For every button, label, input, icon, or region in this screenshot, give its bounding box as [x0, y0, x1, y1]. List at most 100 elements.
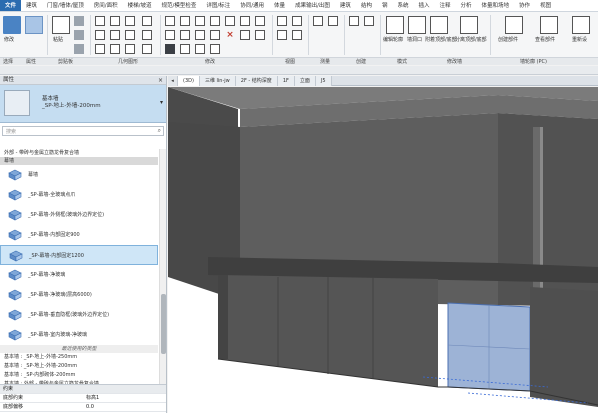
scrollbar-thumb[interactable]: [161, 294, 166, 354]
menu-tab-2[interactable]: 门窗/墙体/屋顶: [42, 0, 89, 11]
scale-icon[interactable]: [210, 30, 220, 40]
move-icon[interactable]: [165, 44, 175, 54]
measure-icon[interactable]: [313, 16, 323, 26]
offset-icon[interactable]: [165, 30, 175, 40]
menu-tab-16[interactable]: 分析: [456, 0, 477, 11]
geometry-tool-3-icon[interactable]: [142, 44, 152, 54]
type-list-item[interactable]: 基本墙 : _SP-内部砌体-200mm: [0, 371, 158, 380]
view-tool-2-icon[interactable]: [292, 30, 302, 40]
type-list-item[interactable]: _SP-幕墙-内部固定1200: [0, 245, 158, 265]
tab-nav-left-icon[interactable]: ◂: [168, 76, 178, 86]
type-list-item[interactable]: _SP-幕墙-内部固定900: [0, 225, 158, 245]
menu-tab-13[interactable]: 系统: [392, 0, 413, 11]
reset-icon[interactable]: [572, 16, 590, 34]
menu-tab-17[interactable]: 体量和场地: [477, 0, 515, 11]
search-icon[interactable]: ⌕: [158, 127, 161, 135]
cut-geometry-icon[interactable]: [95, 30, 105, 40]
menu-tab-3[interactable]: 房间/面积: [89, 0, 123, 11]
create-assembly-icon[interactable]: [505, 16, 523, 34]
menu-tab-1[interactable]: 建筑: [21, 0, 42, 11]
menu-tab-6[interactable]: 详图/标注: [201, 0, 235, 11]
menu-tab-12[interactable]: 钢: [377, 0, 393, 11]
geometry-tool-icon[interactable]: [142, 16, 152, 26]
paste-icon[interactable]: [52, 16, 70, 34]
match-type-icon[interactable]: [74, 44, 84, 54]
trim-extend-icon[interactable]: [240, 16, 250, 26]
menu-tab-14[interactable]: 插入: [413, 0, 434, 11]
view-tab-5[interactable]: J5: [315, 76, 332, 86]
menu-tab-7[interactable]: 协同/通用: [235, 0, 269, 11]
mirror-axis-icon[interactable]: [180, 16, 190, 26]
cut-icon[interactable]: [74, 16, 84, 26]
type-list-item[interactable]: _SP-幕墙-净玻璃: [0, 265, 158, 285]
mirror-draw-icon[interactable]: [180, 30, 190, 40]
unjoin-icon[interactable]: [125, 44, 135, 54]
view-tab-3[interactable]: 1F: [277, 76, 295, 86]
menu-tab-18[interactable]: 协作: [514, 0, 535, 11]
paint-icon[interactable]: [110, 44, 120, 54]
type-list-item[interactable]: 基本墙 : _SP-地上-外墙-200mm: [0, 362, 158, 371]
modify-icon[interactable]: [3, 16, 21, 34]
menu-tab-5[interactable]: 规范/模型检查: [156, 0, 201, 11]
wall-joins-icon[interactable]: [110, 16, 120, 26]
menu-tab-11[interactable]: 结构: [356, 0, 377, 11]
menu-tab-4[interactable]: 楼梯/坡道: [123, 0, 157, 11]
extend-icon[interactable]: [255, 30, 265, 40]
property-row[interactable]: 底部约束 标高1: [0, 394, 166, 403]
array-icon[interactable]: [210, 16, 220, 26]
type-list-item[interactable]: _SP-幕墙-外侧框(玻璃外边界定位): [0, 205, 158, 225]
view-tab-1[interactable]: 三维 lin-jw: [199, 76, 236, 86]
type-selector[interactable]: 基本墙 _SP-地上-外墙-200mm ▾: [0, 85, 166, 123]
property-row[interactable]: 底部偏移 0.0: [0, 403, 166, 412]
remove-paint-icon[interactable]: [125, 30, 135, 40]
copy-icon[interactable]: [74, 30, 84, 40]
type-list-item[interactable]: _SP-幕墙-室内玻璃-净玻璃: [0, 325, 158, 345]
type-list-scrollbar[interactable]: [159, 149, 166, 395]
menu-tab-15[interactable]: 注释: [435, 0, 456, 11]
menu-tab-10[interactable]: 建筑: [335, 0, 356, 11]
view-tab-4[interactable]: 立面: [294, 76, 316, 86]
chevron-down-icon[interactable]: ▾: [160, 99, 163, 106]
split-gap-icon[interactable]: [240, 30, 250, 40]
unpin-icon[interactable]: [225, 16, 235, 26]
attach-top-icon[interactable]: [430, 16, 448, 34]
pin-icon[interactable]: [210, 44, 220, 54]
menu-tab-0[interactable]: 文件: [0, 0, 22, 11]
type-list-item[interactable]: _SP-幕墙-净玻璃(层高6000): [0, 285, 158, 305]
view-assembly-icon[interactable]: [540, 16, 558, 34]
copy-element-icon[interactable]: [180, 44, 190, 54]
rotate-icon[interactable]: [195, 44, 205, 54]
detach-top-icon[interactable]: [460, 16, 478, 34]
menu-tab-19[interactable]: 视图: [535, 0, 556, 11]
close-icon[interactable]: ×: [158, 76, 163, 85]
type-list-item[interactable]: 幕墙: [0, 165, 158, 185]
property-value[interactable]: 标高1: [86, 394, 99, 403]
join-icon[interactable]: [95, 44, 105, 54]
cope-icon[interactable]: [95, 16, 105, 26]
type-list-item[interactable]: _SP-幕墙-垂直隐框(玻璃外边界定位): [0, 305, 158, 325]
copy-arc-icon[interactable]: [255, 16, 265, 26]
split-icon[interactable]: [195, 30, 205, 40]
split-face-icon[interactable]: [110, 30, 120, 40]
delete-icon[interactable]: ×: [225, 30, 235, 40]
type-search-input[interactable]: 搜索 ⌕: [2, 126, 164, 136]
dimension-icon[interactable]: [328, 16, 338, 26]
properties-icon[interactable]: [25, 16, 43, 34]
demolish-icon[interactable]: [125, 16, 135, 26]
hide-view-icon[interactable]: [277, 16, 287, 26]
view-tab-0[interactable]: (3D): [178, 76, 200, 86]
wall-opening-icon[interactable]: [408, 16, 426, 34]
view-tab-2[interactable]: 2F - 结构深度: [235, 76, 278, 86]
create-similar-icon[interactable]: [349, 16, 359, 26]
type-list-item[interactable]: 基本墙 : _SP-地上-外墙-250mm: [0, 353, 158, 362]
trim-icon[interactable]: [195, 16, 205, 26]
geometry-tool-2-icon[interactable]: [142, 30, 152, 40]
type-list-item[interactable]: 外部 - 带砖与金属立筋龙骨复合墙: [0, 149, 158, 157]
create-group-icon[interactable]: [364, 16, 374, 26]
align-icon[interactable]: [165, 16, 175, 26]
property-value[interactable]: 0.0: [86, 403, 94, 412]
type-list-item[interactable]: _SP-幕墙-全玻璃点爪: [0, 185, 158, 205]
menu-tab-8[interactable]: 体量: [269, 0, 290, 11]
menu-tab-9[interactable]: 成果输出/出图: [290, 0, 335, 11]
view-tool-icon[interactable]: [292, 16, 302, 26]
